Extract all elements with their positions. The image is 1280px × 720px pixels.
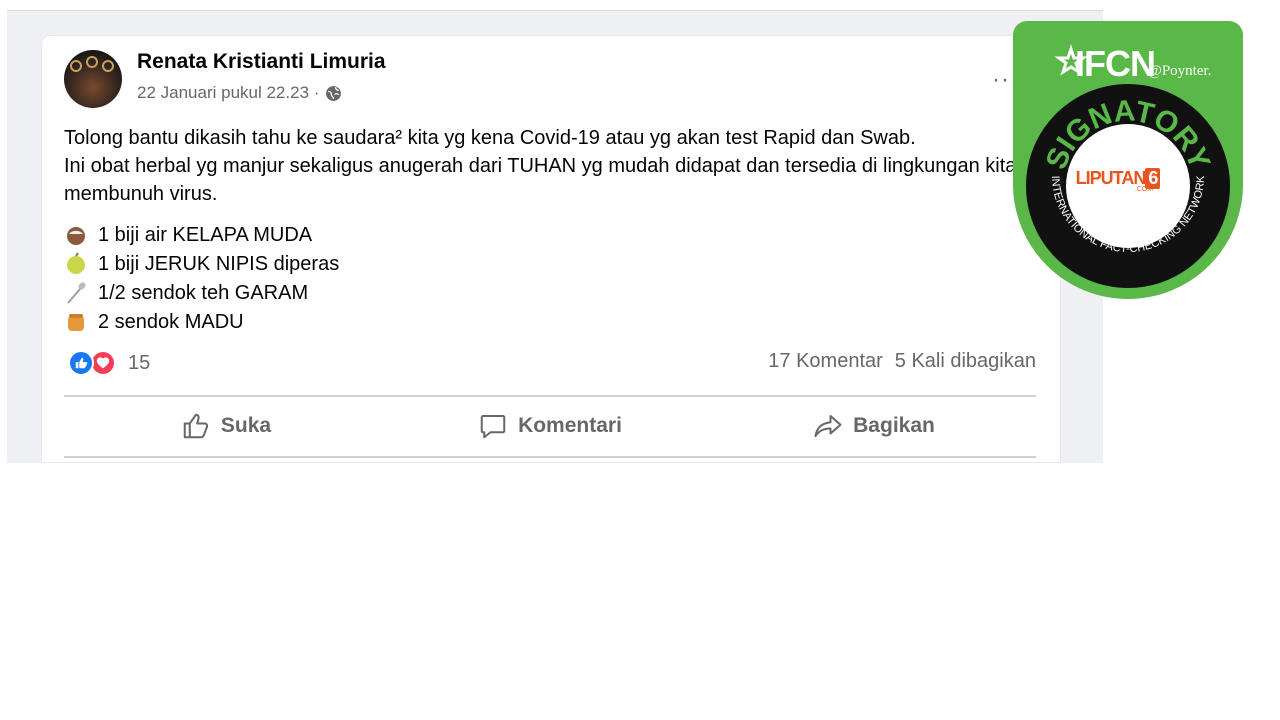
ingredient-list: 1 biji air KELAPA MUDA 1 biji JERUK NIPI… bbox=[64, 220, 1054, 336]
share-count-link[interactable]: 5 Kali dibagikan bbox=[895, 350, 1036, 373]
list-item: 1/2 sendok teh GARAM bbox=[64, 278, 1054, 307]
lime-icon bbox=[64, 251, 88, 276]
liputan-name: LIPUTAN bbox=[1075, 168, 1147, 188]
comment-icon bbox=[480, 415, 506, 439]
post-stats: 17 Komentar 5 Kali dibagikan bbox=[768, 350, 1036, 373]
post-content: Tolong bantu dikasih tahu ke saudara² ki… bbox=[64, 124, 1054, 336]
spoon-icon bbox=[64, 281, 88, 305]
honey-icon bbox=[64, 310, 88, 334]
like-reaction-icon bbox=[68, 350, 94, 376]
liputan6-logo: LIPUTAN 6 .COM bbox=[1068, 168, 1168, 193]
author-name[interactable]: Renata Kristianti Limuria bbox=[137, 50, 386, 74]
ingredient-text: 2 sendok MADU bbox=[98, 310, 244, 333]
list-item: 2 sendok MADU bbox=[64, 307, 1054, 336]
share-arrow-icon bbox=[814, 415, 842, 437]
ingredient-text: 1/2 sendok teh GARAM bbox=[98, 281, 309, 304]
author-avatar[interactable] bbox=[64, 50, 122, 108]
post-actions: Suka Komentari Bagikan bbox=[64, 408, 1036, 444]
thumbs-up-icon bbox=[183, 413, 209, 439]
reaction-summary[interactable]: 15 bbox=[68, 350, 150, 376]
comment-label: Komentari bbox=[518, 414, 622, 437]
share-button[interactable]: Bagikan bbox=[712, 408, 1036, 444]
post-timestamp[interactable]: 22 Januari pukul 22.23 · bbox=[137, 83, 319, 103]
post-paragraph: Ini obat herbal yg manjur sekaligus anug… bbox=[64, 155, 1049, 205]
divider bbox=[64, 395, 1036, 397]
like-button[interactable]: Suka bbox=[64, 408, 388, 444]
ingredient-text: 1 biji air KELAPA MUDA bbox=[98, 223, 313, 246]
list-item: 1 biji JERUK NIPIS diperas bbox=[64, 249, 1054, 278]
divider bbox=[64, 456, 1036, 458]
ifcn-signatory-badge: SIGNATORY INTERNATIONAL FACT-CHECKING NE… bbox=[1013, 21, 1243, 299]
ingredient-text: 1 biji JERUK NIPIS diperas bbox=[98, 252, 340, 275]
poynter-text: @Poynter. bbox=[1148, 63, 1212, 79]
list-item: 1 biji air KELAPA MUDA bbox=[64, 220, 1054, 249]
comment-count-link[interactable]: 17 Komentar bbox=[768, 350, 883, 373]
comment-button[interactable]: Komentari bbox=[388, 408, 712, 444]
coconut-icon bbox=[64, 223, 88, 247]
globe-icon bbox=[326, 85, 342, 101]
post-paragraph: Tolong bantu dikasih tahu ke saudara² ki… bbox=[64, 127, 916, 149]
reaction-count: 15 bbox=[128, 351, 151, 374]
ifcn-logo-text: IFCN bbox=[1075, 43, 1156, 84]
post-meta: 22 Januari pukul 22.23 · bbox=[137, 83, 342, 103]
post-card: Renata Kristianti Limuria 22 Januari puk… bbox=[42, 36, 1060, 462]
like-label: Suka bbox=[220, 414, 272, 437]
share-label: Bagikan bbox=[853, 414, 935, 437]
